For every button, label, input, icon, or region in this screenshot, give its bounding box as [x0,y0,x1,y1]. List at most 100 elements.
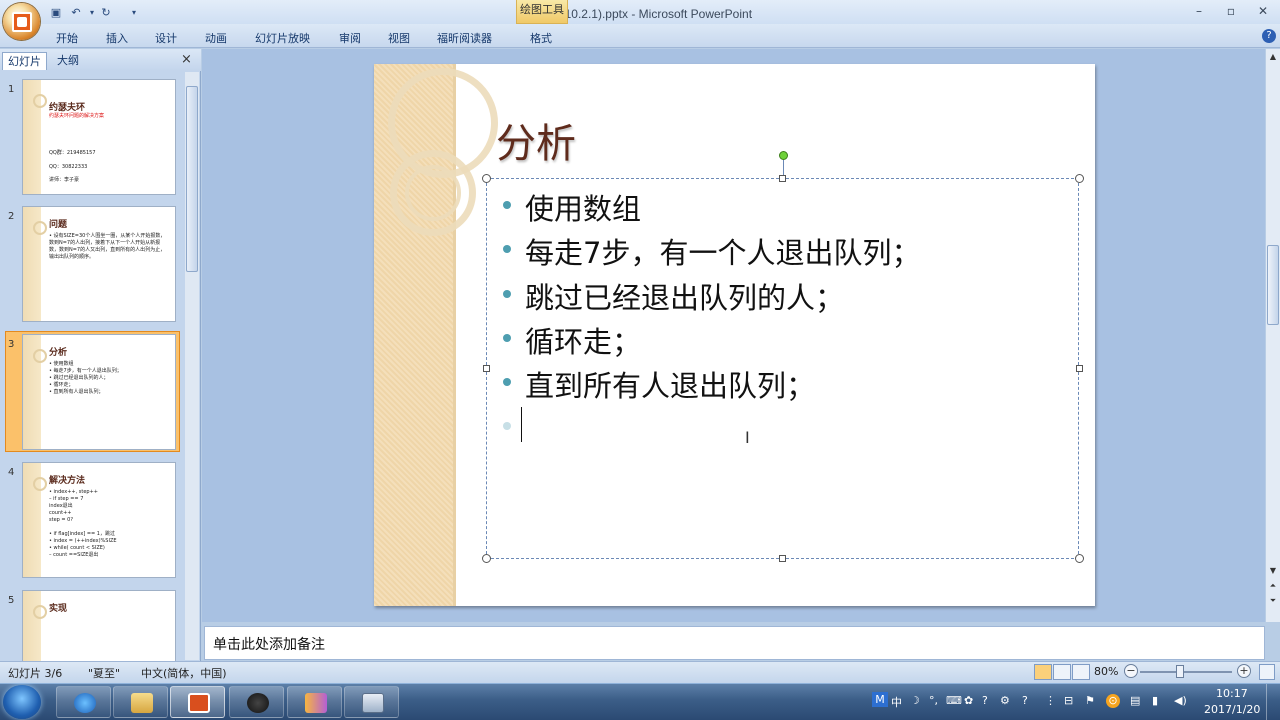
usb-icon[interactable]: ⊟ [1064,694,1073,707]
taskbar-visual-studio[interactable] [287,686,342,718]
thumbnail-text: – count ==SIZE退出 [49,552,99,558]
chinese-input-icon[interactable]: 中 [891,694,902,710]
text-cursor [521,407,522,442]
slides-panel-scroll-thumb[interactable] [186,86,198,272]
zoom-slider-track[interactable] [1140,671,1232,673]
tray-expand-icon[interactable]: ⋮ [1045,694,1056,707]
taskbar-powerpoint[interactable] [170,686,225,718]
clock-date[interactable]: 2017/1/20 [1204,703,1260,716]
slide-thumbnail-1[interactable]: 约瑟夫环 约瑟夫环问题的解决方案 QQ群：219485157 QQ：308223… [22,79,176,195]
internet-explorer-icon [74,693,96,713]
tab-format[interactable]: 格式 [530,30,552,46]
thumbnail-title: 解决方法 [49,476,86,486]
previous-slide-icon[interactable]: ⏶ [1266,579,1280,593]
taskbar-calculator[interactable] [344,686,399,718]
slide-number: 5 [8,595,15,606]
zoom-level[interactable]: 80% [1094,665,1118,678]
slide-sorter-view-icon[interactable] [1053,664,1071,680]
resize-handle-bottom[interactable] [779,555,786,562]
zoom-slider-thumb[interactable] [1176,665,1184,678]
zoom-out-icon[interactable]: − [1124,664,1138,678]
punctuation-icon[interactable]: °, [929,694,938,707]
skin-icon[interactable]: ✿ [964,694,973,707]
show-desktop-button[interactable] [1266,684,1280,720]
tab-review[interactable]: 审阅 [339,30,361,46]
resize-handle-right[interactable] [1076,365,1083,372]
tab-slides[interactable]: 幻灯片 [2,52,47,70]
thumbnail-title: 问题 [49,220,68,230]
tab-slideshow[interactable]: 幻灯片放映 [255,30,310,46]
slide-title[interactable]: 分析 [496,111,576,169]
next-slide-icon[interactable]: ⏷ [1266,594,1280,608]
network-icon[interactable]: ▮ [1152,694,1158,707]
clock-time[interactable]: 10:17 [1216,687,1248,700]
tab-design[interactable]: 设计 [155,30,177,46]
notes-pane[interactable] [204,626,1265,660]
tab-foxit-reader[interactable]: 福昕阅读器 [437,30,492,46]
resize-handle-top[interactable] [779,175,786,182]
bullet-text[interactable]: 使用数组 [525,186,641,228]
help-icon[interactable]: ? [1262,29,1276,43]
question-icon[interactable]: ? [1022,694,1028,707]
resize-handle-bottom-left[interactable] [482,554,491,563]
slide-thumbnail-5[interactable]: 实现 [22,590,176,662]
visual-studio-icon [305,693,327,713]
thumbnail-text: index退出 [49,503,73,509]
tab-view[interactable]: 视图 [388,30,410,46]
thumbnail-text: count++ [49,510,72,516]
slideshow-view-icon[interactable] [1072,664,1090,680]
tab-animations[interactable]: 动画 [205,30,227,46]
resize-handle-bottom-right[interactable] [1075,554,1084,563]
ring-decoration [405,165,461,221]
flag-icon[interactable]: ⚑ [1085,694,1095,707]
taskbar-file-explorer[interactable] [113,686,168,718]
scroll-up-icon[interactable]: ▲ [1266,50,1280,64]
slide-thumbnail-4[interactable]: 解决方法 • index++, step++ – if step == 7 in… [22,462,176,578]
security-icon[interactable]: ⊙ [1106,694,1120,708]
fit-to-window-icon[interactable] [1259,664,1275,680]
volume-icon[interactable]: ◀) [1174,694,1187,707]
input-method-icon[interactable]: M [872,692,888,707]
notes-placeholder[interactable]: 单击此处添加备注 [213,634,325,654]
thumbnail-title: 约瑟夫环 [49,103,86,113]
start-button[interactable] [3,685,41,719]
office-button[interactable] [3,3,40,40]
bullet-text[interactable]: 循环走； [525,319,641,361]
help-tray-icon[interactable]: ? [982,694,988,707]
thumbnail-ring-decoration [33,477,47,491]
keyboard-icon[interactable]: ⌨ [946,694,962,707]
zoom-in-icon[interactable]: + [1237,664,1251,678]
thumbnail-text: • 直到所有人退出队列； [49,389,104,395]
resize-handle-top-left[interactable] [482,174,491,183]
tools-icon[interactable]: ⚙ [1000,694,1010,707]
resize-handle-top-right[interactable] [1075,174,1084,183]
taskbar-obs[interactable] [229,686,284,718]
bullet-icon [503,422,511,430]
thumbnail-sidebar [23,591,41,661]
close-icon[interactable]: × [181,52,192,67]
taskbar-internet-explorer[interactable] [56,686,111,718]
printer-icon[interactable]: ▤ [1130,694,1140,707]
restore-icon[interactable]: ▫ [1218,2,1244,20]
tab-home[interactable]: 开始 [56,30,78,46]
tab-outline[interactable]: 大纲 [52,52,84,70]
bullet-text[interactable]: 跳过已经退出队列的人； [525,275,844,317]
obs-icon [247,693,269,713]
bullet-icon [503,378,511,386]
resize-handle-left[interactable] [483,365,490,372]
scroll-down-icon[interactable]: ▼ [1266,564,1280,578]
bullet-text[interactable]: 每走7步，有一个人退出队列； [525,230,920,272]
normal-view-icon[interactable] [1034,664,1052,680]
close-icon[interactable]: ✕ [1250,2,1276,20]
moon-icon[interactable]: ☽ [910,694,920,707]
slide-scrollbar[interactable] [1266,49,1280,622]
slide-scroll-thumb[interactable] [1267,245,1279,325]
minimize-icon[interactable]: – [1186,2,1212,20]
language-status[interactable]: 中文(简体，中国) [141,665,227,681]
slide-thumbnail-2[interactable]: 问题 • 设有SIZE=30个人围坐一圈，从某个人开始报数，数到N=7的人出列，… [22,206,176,322]
bullet-text[interactable]: 直到所有人退出队列； [525,363,815,405]
tab-insert[interactable]: 插入 [106,30,128,46]
window-title: C语言(10.2.1).pptx - Microsoft PowerPoint [527,7,753,21]
rotation-handle[interactable] [779,151,788,160]
slide-thumbnail-3[interactable]: 分析 • 使用数组 • 每走7步，有一个人退出队列； • 跳过已经退出队列的人；… [22,334,176,450]
